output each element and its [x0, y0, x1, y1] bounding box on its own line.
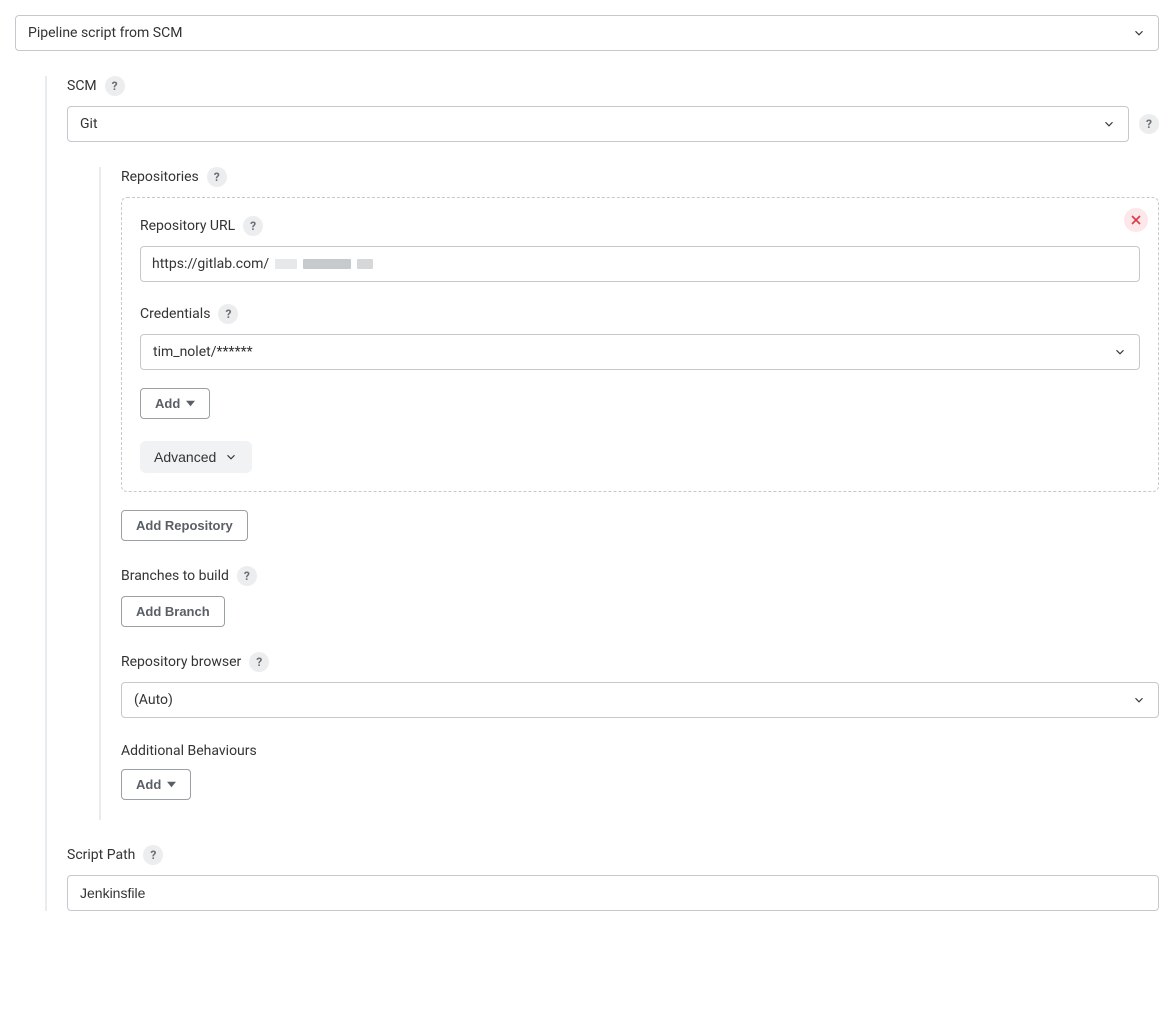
help-icon[interactable]: ?: [237, 566, 257, 586]
add-credentials-button[interactable]: Add: [140, 388, 210, 419]
repository-entry: Repository URL ? https://gitlab.com/: [121, 197, 1159, 492]
help-icon[interactable]: ?: [243, 216, 263, 236]
script-path-label: Script Path: [67, 847, 135, 863]
scm-label: SCM: [67, 78, 97, 94]
help-icon[interactable]: ?: [1139, 114, 1159, 134]
add-repository-button[interactable]: Add Repository: [121, 510, 248, 541]
repository-url-input[interactable]: [140, 246, 1140, 282]
chevron-down-icon: [1132, 26, 1146, 40]
remove-repository-button[interactable]: [1124, 208, 1148, 232]
help-icon[interactable]: ?: [143, 845, 163, 865]
scm-select[interactable]: Git: [67, 106, 1129, 142]
add-behaviour-button[interactable]: Add: [121, 769, 191, 800]
chevron-down-icon: [1132, 693, 1146, 707]
help-icon[interactable]: ?: [207, 167, 227, 187]
script-path-input[interactable]: [67, 875, 1159, 911]
caret-down-icon: [186, 399, 195, 408]
credentials-label: Credentials: [140, 306, 210, 322]
definition-select-value: Pipeline script from SCM: [28, 25, 182, 41]
chevron-down-icon: [1102, 117, 1116, 131]
definition-select[interactable]: Pipeline script from SCM: [15, 15, 1159, 51]
caret-down-icon: [167, 780, 176, 789]
add-branch-button[interactable]: Add Branch: [121, 596, 225, 627]
chevron-down-icon: [1113, 345, 1127, 359]
help-icon[interactable]: ?: [105, 76, 125, 96]
help-icon[interactable]: ?: [218, 304, 238, 324]
repo-browser-label: Repository browser: [121, 654, 241, 670]
help-icon[interactable]: ?: [249, 652, 269, 672]
scm-select-value: Git: [80, 116, 98, 132]
repo-browser-value: (Auto): [134, 692, 173, 708]
repo-browser-select[interactable]: (Auto): [121, 682, 1159, 718]
credentials-select-value: tim_nolet/******: [153, 344, 253, 360]
credentials-select[interactable]: tim_nolet/******: [140, 334, 1140, 370]
chevron-down-icon: [224, 450, 238, 464]
repositories-label: Repositories: [121, 169, 199, 185]
branches-label: Branches to build: [121, 568, 229, 584]
repository-url-label: Repository URL: [140, 218, 235, 234]
advanced-button[interactable]: Advanced: [140, 441, 252, 473]
additional-behaviours-label: Additional Behaviours: [121, 743, 257, 759]
